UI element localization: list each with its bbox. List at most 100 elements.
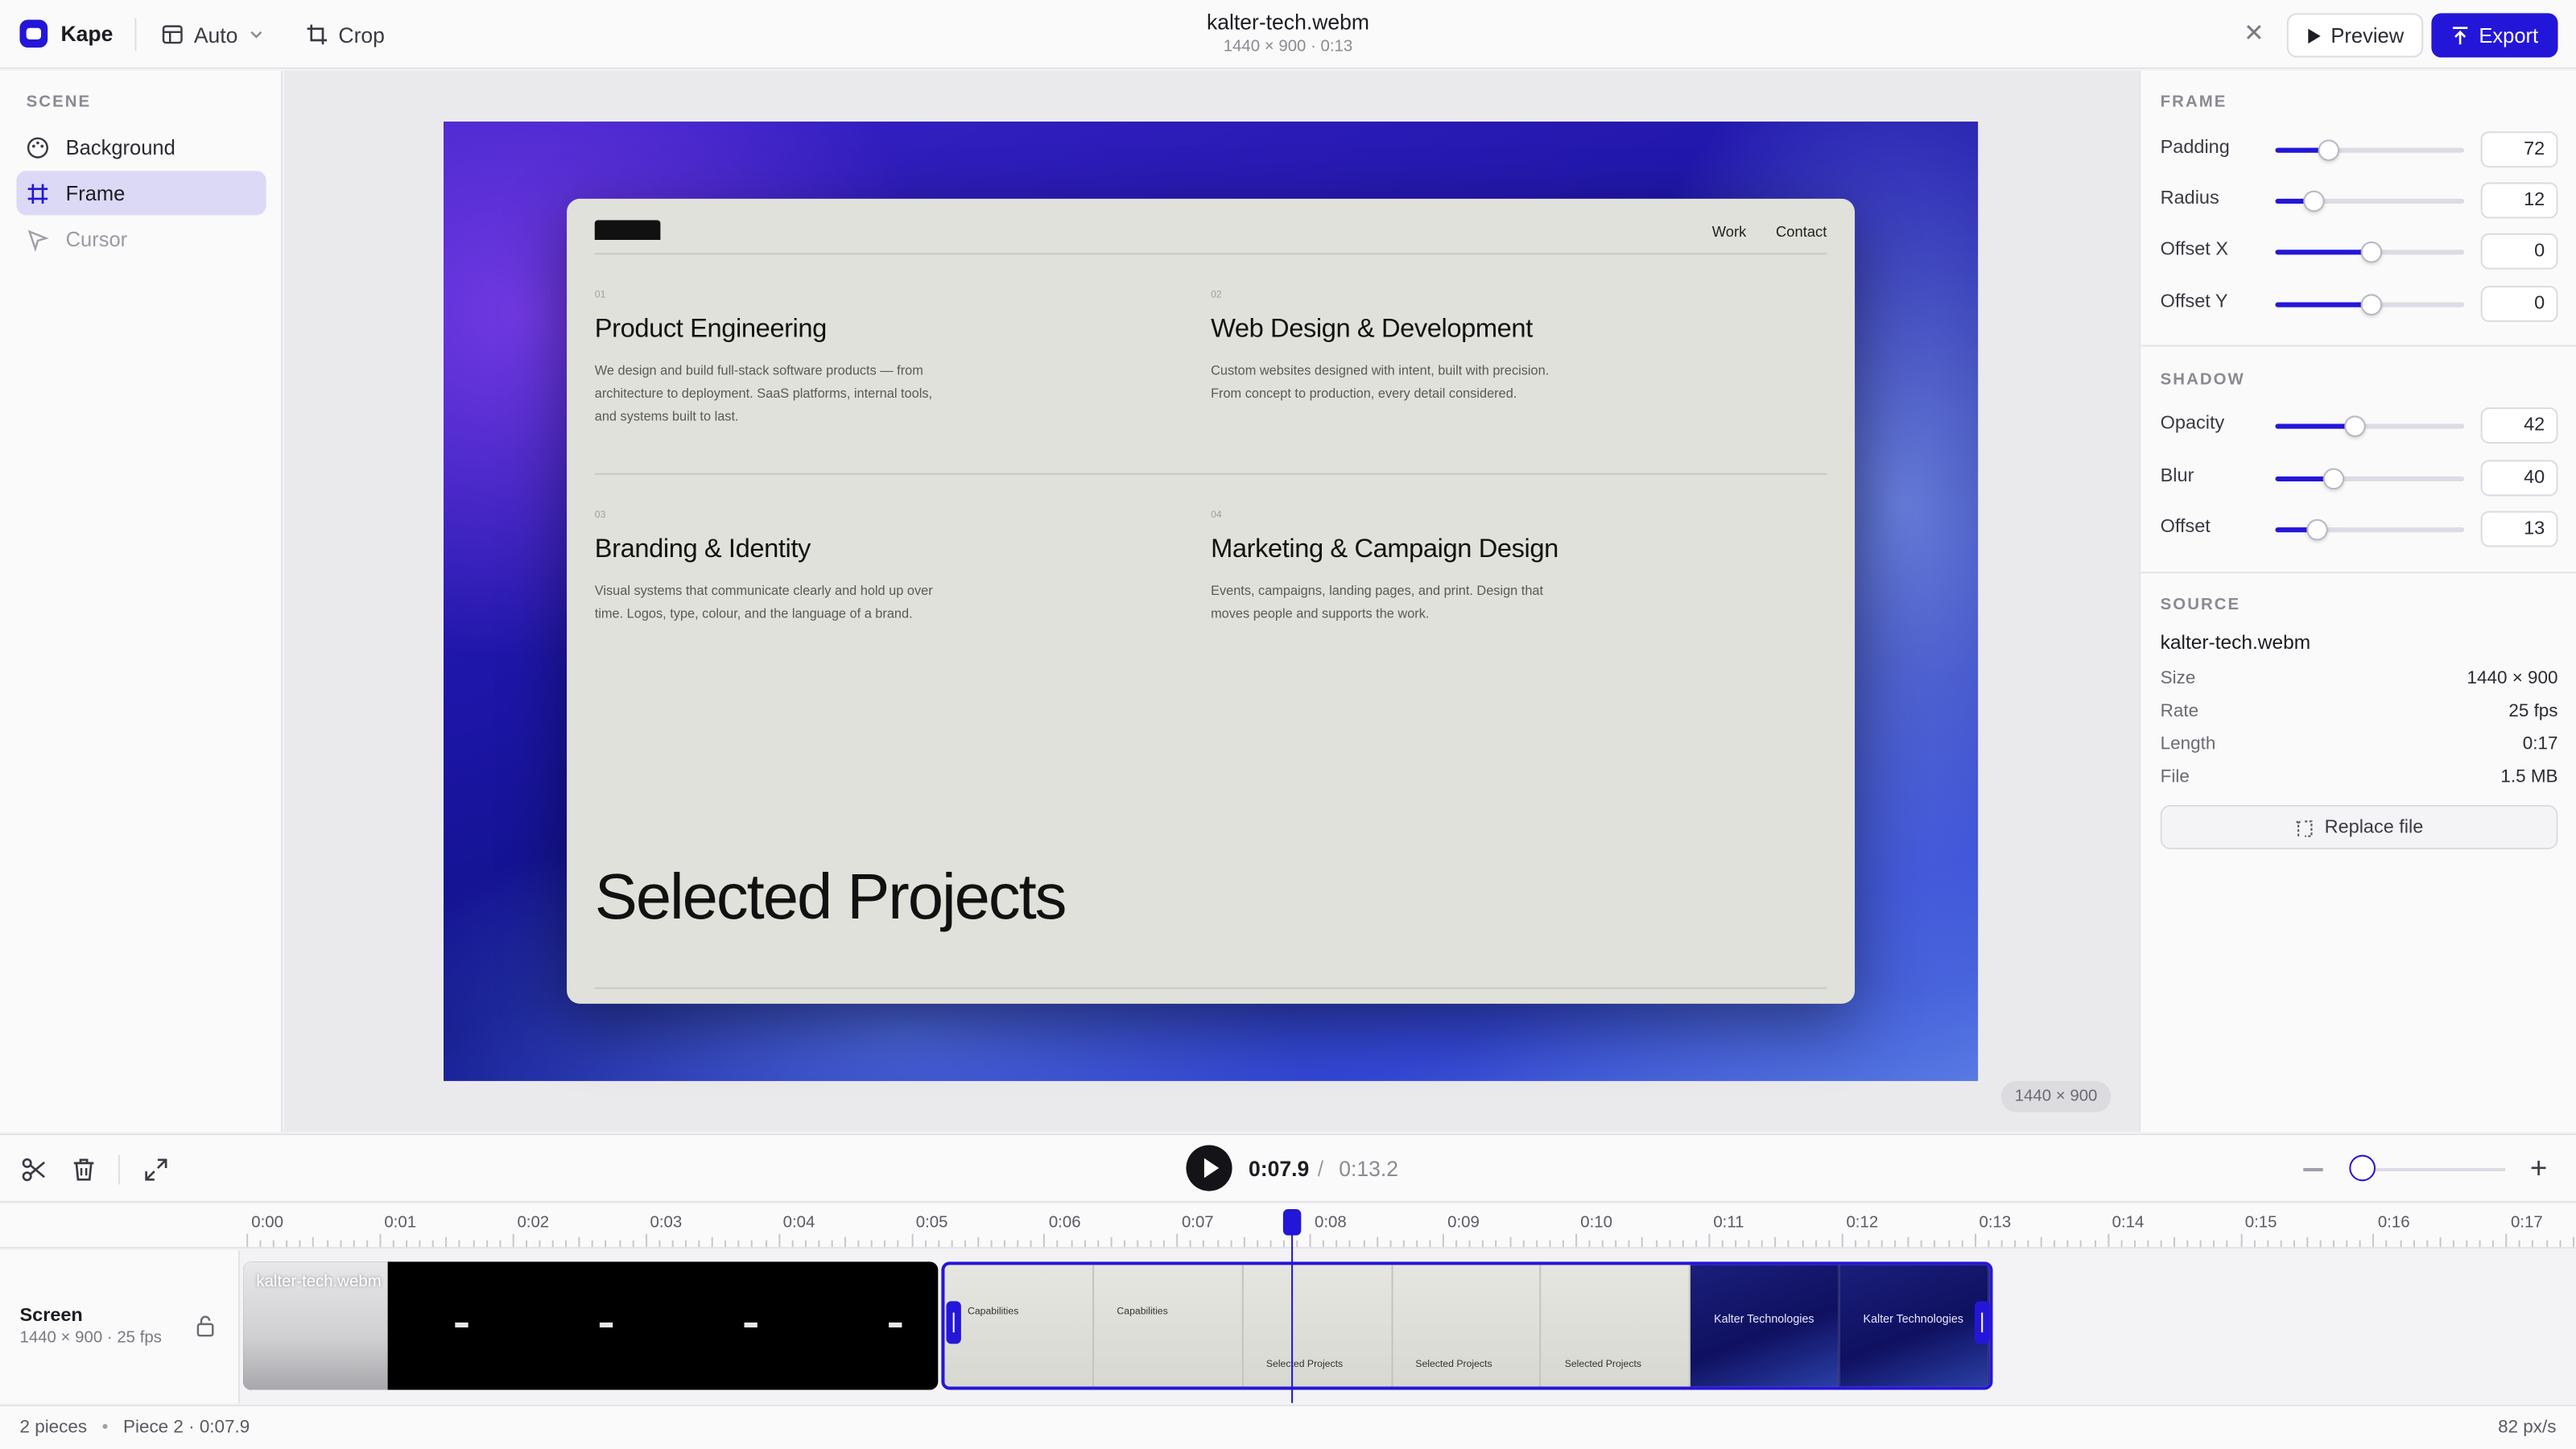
replace-file-icon [2295,818,2313,836]
opacity-slider[interactable] [2275,415,2465,437]
scissors-icon[interactable] [19,1155,49,1185]
offset-x-slider[interactable] [2275,241,2465,263]
clip-2-selected[interactable]: Capabilities Capabilities Selected Project… [941,1261,1993,1390]
blur-control: Blur 40 [2161,460,2558,497]
ruler-tick-label: 0:00 [251,1214,283,1232]
zoom-slider-thumb[interactable] [2349,1154,2376,1182]
play-button[interactable] [1186,1145,1232,1191]
offset-y-input[interactable]: 0 [2480,286,2558,322]
lock-icon[interactable] [194,1315,217,1338]
blur-input[interactable]: 40 [2480,460,2558,497]
radius-input[interactable]: 12 [2480,182,2558,219]
kv-value: 1.5 MB [2500,767,2558,787]
clip-trim-handle-left[interactable] [946,1301,961,1344]
ruler-tick [1123,1240,1125,1247]
ruler-tick [711,1236,713,1247]
total-time: 0:13.2 [1339,1156,1399,1182]
zoom-slider[interactable] [2362,1168,2506,1172]
divider [2140,572,2576,574]
ruler-tick [1868,1240,1870,1247]
preview-button[interactable]: Preview [2286,13,2424,58]
service-desc: Visual systems that communicate clearly … [594,583,933,621]
clip-thumbnail-frame: Selected Projects [1243,1265,1393,1387]
scene-item-cursor[interactable]: Cursor [16,217,266,261]
expand-icon[interactable] [142,1155,171,1185]
cursor-icon [27,229,49,251]
ruler-tick [326,1240,328,1247]
slider-thumb[interactable] [2359,294,2382,316]
ruler-tick [1376,1236,1378,1247]
ruler-tick [2399,1240,2401,1247]
ruler-tick [2386,1240,2388,1247]
close-icon[interactable]: ✕ [2241,21,2268,48]
ruler-tick-label: 0:06 [1048,1214,1081,1232]
ruler-tick [1150,1240,1152,1247]
ruler-tick [2505,1233,2508,1247]
slider-thumb[interactable] [2344,415,2367,437]
ruler-tick-label: 0:01 [384,1214,417,1232]
ruler-tick [565,1240,568,1247]
source-section-label: SOURCE [2160,596,2241,615]
trash-icon[interactable] [69,1155,99,1185]
slider-thumb[interactable] [2359,241,2382,263]
auto-label: Auto [193,22,238,47]
ruler-tick [1017,1240,1019,1247]
playhead-handle[interactable] [1282,1209,1302,1236]
auto-layout-dropdown[interactable]: Auto [161,19,264,49]
clip-1[interactable]: kalter-tech.webm [243,1261,939,1390]
ruler-tick-label: 0:05 [915,1214,948,1232]
crop-button[interactable]: Crop [306,19,385,49]
control-label: Opacity [2160,414,2225,434]
ruler-tick [2558,1240,2561,1247]
service-desc: Custom websites designed with intent, bu… [1211,363,1550,401]
padding-input[interactable]: 72 [2480,131,2558,168]
ruler-tick [2080,1240,2083,1247]
ruler-tick [2200,1240,2202,1247]
ruler-tick [2000,1240,2003,1247]
ruler-tick [1788,1240,1790,1247]
ruler-tick [551,1240,554,1247]
radius-slider[interactable] [2275,190,2465,213]
file-subtitle: 1440 × 900 · 0:13 [1223,37,1353,56]
slider-thumb[interactable] [2318,139,2340,161]
scene-item-frame[interactable]: Frame [16,171,266,216]
editor-window: Kape Auto Crop kalter-tech.webm 1440 × 9… [0,0,2576,1449]
ruler-tick-label: 0:17 [2510,1214,2543,1232]
padding-slider[interactable] [2275,139,2465,161]
ruler-tick [2093,1240,2096,1247]
export-button[interactable]: Export [2431,13,2558,58]
offset-x-control: Offset X 0 [2161,233,2558,270]
slider-thumb[interactable] [2303,190,2325,213]
ruler-tick [1682,1240,1684,1247]
ruler-tick [1323,1240,1325,1247]
replace-file-button[interactable]: Replace file [2160,804,2558,850]
slider-thumb[interactable] [2306,518,2329,541]
ruler-tick [645,1233,647,1247]
scene-item-background[interactable]: Background [16,125,266,169]
shadow-offset-slider[interactable] [2275,518,2465,541]
clip-trim-handle-right[interactable] [1975,1301,1990,1344]
ruler-tick [1269,1240,1272,1247]
ruler-tick-label: 0:10 [1580,1214,1612,1232]
zoom-out-icon[interactable] [2303,1168,2323,1171]
divider [594,987,1827,989]
video-frame-card[interactable]: Work Contact 01 Product Engineering We d… [567,198,1856,1004]
ruler-tick [1562,1240,1564,1247]
ruler-tick [2532,1240,2534,1247]
ruler-tick [2120,1240,2123,1247]
clip-name: kalter-tech.webm [256,1273,382,1292]
offset-y-slider[interactable] [2275,294,2465,316]
ruler-tick [498,1240,501,1247]
ruler-tick [924,1240,927,1247]
blur-slider[interactable] [2275,468,2465,490]
shadow-offset-input[interactable]: 13 [2480,510,2558,547]
ruler-tick [2013,1240,2016,1247]
offset-x-input[interactable]: 0 [2480,233,2558,270]
slider-thumb[interactable] [2322,468,2344,490]
opacity-input[interactable]: 42 [2480,407,2558,444]
zoom-in-icon[interactable]: + [2530,1154,2547,1183]
clip-thumbnail-frame: Selected Projects [1392,1265,1542,1387]
ruler-tick [1535,1240,1538,1247]
toolbar-divider [134,18,137,52]
scene-item-label: Cursor [65,227,128,251]
